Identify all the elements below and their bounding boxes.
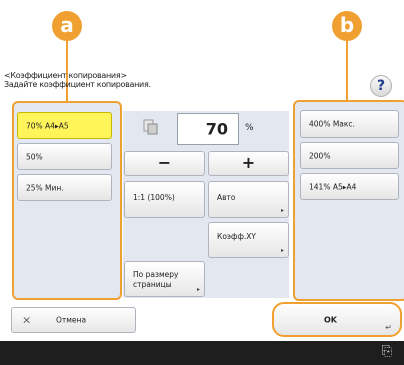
preset-400-label: 400% Макс.	[309, 119, 355, 129]
help-icon: ?	[376, 78, 386, 94]
preset-50-label: 50%	[26, 152, 43, 161]
help-button[interactable]: ?	[370, 75, 392, 97]
status-bar: ⎘	[0, 341, 404, 365]
one-to-one-button[interactable]: 1:1 (100%)	[124, 181, 205, 218]
ratio-unit: %	[245, 123, 254, 133]
auto-button[interactable]: Авто ▸	[208, 181, 289, 218]
preset-141-button[interactable]: 141% A5▸A4	[300, 173, 399, 200]
plus-icon: +	[241, 153, 256, 172]
cancel-icon: ×	[22, 313, 32, 327]
preset-25-button[interactable]: 25% Мин.	[17, 174, 112, 201]
ratio-value: 70	[205, 119, 228, 139]
page-header: <Коэффициент копирования> Задайте коэффи…	[4, 71, 151, 89]
preset-70-label: 70% A4▸A5	[26, 121, 69, 130]
preset-200-label: 200%	[309, 151, 331, 160]
page-subtitle: Задайте коэффициент копирования.	[4, 80, 151, 89]
fit-to-page-label-line1: По размеру	[133, 270, 179, 279]
preset-25-label: 25% Мин.	[26, 183, 64, 192]
preset-50-button[interactable]: 50%	[17, 143, 112, 170]
fit-to-page-label-line2: страницы	[133, 280, 172, 289]
page-title: <Коэффициент копирования>	[4, 71, 127, 80]
minus-icon: −	[157, 153, 172, 172]
cancel-label: Отмена	[56, 315, 87, 325]
preset-70-button[interactable]: 70% A4▸A5	[17, 112, 112, 139]
one-to-one-label: 1:1 (100%)	[133, 193, 175, 202]
callout-marker-a: a	[52, 11, 82, 41]
decrease-button[interactable]: −	[124, 151, 205, 176]
submenu-arrow-icon: ▸	[280, 247, 284, 254]
xy-ratio-label: Коэфф.XY	[217, 232, 256, 241]
submenu-arrow-icon: ▸	[280, 207, 284, 214]
copy-ratio-icon	[143, 119, 159, 135]
auto-label: Авто	[217, 193, 236, 202]
status-bar-icon[interactable]: ⎘	[382, 344, 392, 359]
fit-to-page-button[interactable]: По размеру страницы ▸	[124, 261, 205, 297]
preset-200-button[interactable]: 200%	[300, 142, 399, 169]
callout-leader-b	[346, 41, 348, 100]
callout-marker-b: b	[332, 11, 362, 41]
enter-icon: ↵	[385, 323, 392, 332]
preset-141-label: 141% A5▸A4	[309, 182, 357, 191]
ratio-value-field[interactable]: 70	[177, 113, 239, 145]
submenu-arrow-icon: ▸	[196, 286, 200, 293]
xy-ratio-button[interactable]: Коэфф.XY ▸	[208, 222, 289, 258]
preset-400-button[interactable]: 400% Макс.	[300, 110, 399, 138]
ok-label: OK	[324, 315, 337, 324]
cancel-button[interactable]: × Отмена	[11, 307, 136, 333]
increase-button[interactable]: +	[208, 151, 289, 176]
ok-button[interactable]: OK ↵	[272, 302, 402, 337]
